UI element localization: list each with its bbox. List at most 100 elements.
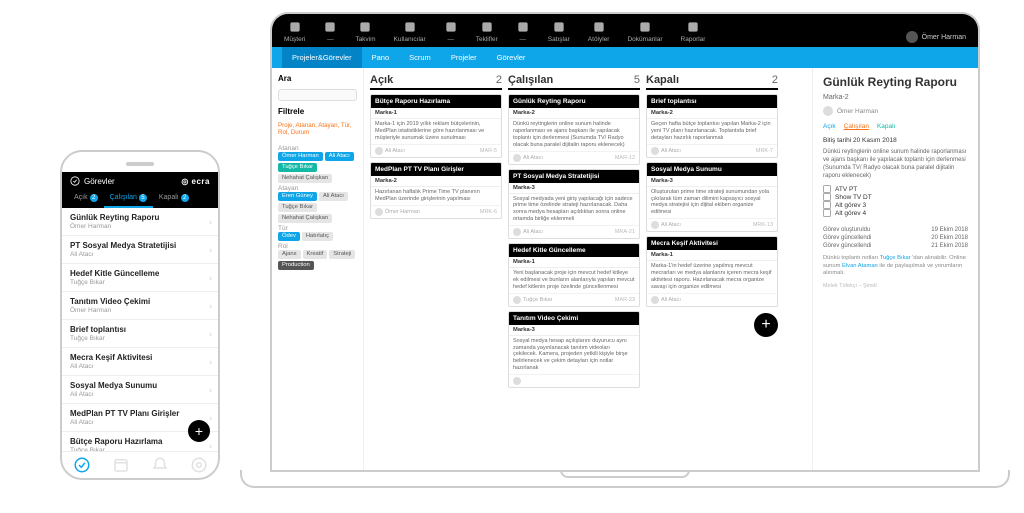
filter-chip[interactable]: Ali Atacı [325,152,354,161]
current-user[interactable]: Ömer Harman [906,31,966,43]
phone-task-item[interactable]: Tanıtım Video ÇekimiÖmer Harman› [62,292,218,320]
card-description: Dünkü reytinglerin online sunum halinde … [509,119,639,151]
filter-chip[interactable]: Ali Atacı [319,192,348,201]
card-description: Geçen hafta bütçe toplantısı yapılan Mar… [647,119,777,144]
kanban-card[interactable]: MedPlan PT TV Planı GirişlerMarka-2Hazır… [370,162,502,219]
filter-chip[interactable]: Production [278,261,314,270]
user-name: Ömer Harman [922,34,966,41]
chevron-right-icon: › [209,357,212,366]
topnav-item[interactable]: — [444,20,458,43]
phone-tab[interactable]: Çalışılan5 [104,190,153,208]
add-card-fab[interactable]: + [754,313,778,337]
card-title: Mecra Keşif Aktivitesi [647,237,777,250]
checkbox-icon [823,185,831,193]
subtask-checkbox[interactable]: Show TV DT [823,193,968,201]
link-user[interactable]: Elvan Ataman [842,263,878,269]
kanban-card[interactable]: Günlük Reyting RaporuMarka-2Dünkü reytin… [508,94,640,165]
phone-task-item[interactable]: PT Sosyal Medya StratetijisiAli Atacı› [62,236,218,264]
card-title: MedPlan PT TV Planı Girişler [371,163,501,176]
card-title: Sosyal Medya Sunumu [647,163,777,176]
filter-chip[interactable]: Nehahat Çalışkan [278,174,332,183]
filter-panel: Ara Filtrele Proje, Atanan, Atayan, Tür,… [272,68,364,470]
phone-tab[interactable]: Açık2 [68,190,104,208]
phone-speaker [126,162,154,166]
filter-chip[interactable]: Ajans [278,250,301,259]
detail-footnote: Dünkü toplantı notları Tuğçe Bıkar 'dan … [823,255,968,278]
topnav-item[interactable]: Dokümanlar [627,20,662,43]
subnav-tab[interactable]: Scrum [399,47,441,68]
phone-tab[interactable]: Kapalı2 [153,190,195,208]
filter-chip[interactable]: Ödev [278,232,300,241]
topnav-item[interactable]: Atölyler [588,20,610,43]
topnav-item[interactable]: — [323,20,337,43]
phone-task-item[interactable]: Hedef Kitle GüncellemeTuğçe Bıkar› [62,264,218,292]
filter-chip[interactable]: Hatırlatıç [302,232,333,241]
card-description: Marka-1'in hedef üzerine yapılmış mevcut… [647,261,777,293]
settings-icon[interactable] [190,456,208,474]
card-assignee [513,377,521,385]
topnav-item[interactable]: Kullanıcılar [394,20,426,43]
detail-owner: Ömer Harman [823,106,968,116]
card-code: MAR-12 [615,155,635,161]
subnav-tab[interactable]: Pano [362,47,400,68]
subtask-checkbox[interactable]: Alt görev 4 [823,209,968,217]
column-name: Açık [370,74,393,86]
add-task-fab[interactable]: + [188,420,210,442]
kanban-card[interactable]: Bütçe Raporu HazırlamaMarka-1Marka-1 içi… [370,94,502,158]
card-brand: Marka-3 [509,183,639,194]
subnav-tab[interactable]: Projeler [441,47,487,68]
filter-chip[interactable]: Nehahat Çalışkan [278,214,332,223]
detail-status[interactable]: Açık Çalışılan Kapalı [823,123,968,130]
card-description: Hazırlanan haftalık Prime Time TV planın… [371,187,501,205]
card-description: Marka-1 için 2019 yıllık reklam bütçeler… [371,119,501,144]
kanban-card[interactable]: Sosyal Medya SunumuMarka-3Oluşturulan pr… [646,162,778,233]
subnav-tab[interactable]: Projeler&Görevler [282,47,362,68]
kanban-card[interactable]: Brief toplantısıMarka-2Geçen hafta bütçe… [646,94,778,158]
filter-chip[interactable]: Eren Güney [278,192,317,201]
kanban-card[interactable]: Mecra Keşif AktivitesiMarka-1Marka-1'in … [646,236,778,307]
phone-task-item[interactable]: Mecra Keşif AktivitesiAli Atacı› [62,348,218,376]
subtask-checkbox[interactable]: ATV PT [823,185,968,193]
kanban-card[interactable]: Hedef Kitle GüncellemeMarka-1Yeni başlan… [508,243,640,307]
topnav-item[interactable]: Raporlar [681,20,706,43]
filter-chip[interactable]: Strateji [329,250,355,259]
subtask-checkbox[interactable]: Alt görev 3 [823,201,968,209]
topnav-item[interactable]: Müşteri [284,20,305,43]
phone-task-item[interactable]: Sosyal Medya SunumuAli Atacı› [62,376,218,404]
tasks-icon[interactable] [73,456,91,474]
detail-meta: Melek Tüfekçi – Şimdi [823,283,968,289]
card-assignee: Tuğçe Bıkar [513,296,552,304]
subnav-tab[interactable]: Görevler [487,47,536,68]
card-title: Bütçe Raporu Hazırlama [371,95,501,108]
sub-nav: Projeler&GörevlerPanoScrumProjelerGörevl… [272,47,978,68]
topnav-item[interactable]: Takvim [355,20,375,43]
card-brand: Marka-1 [647,250,777,261]
filter-chip[interactable]: Ömer Harman [278,152,323,161]
filter-chip[interactable]: Kreatif [303,250,328,259]
topnav-item[interactable]: Satışlar [548,20,570,43]
checkbox-icon [823,201,831,209]
topnav-item[interactable]: Teklifler [476,20,498,43]
filter-chip[interactable]: Tuğçe Bıkar [278,163,317,172]
card-description: Sosyal medya hesap açılışlarını duyurucu… [509,336,639,374]
link-user[interactable]: Tuğçe Bıkar [880,255,911,261]
card-code: MAR-23 [615,297,635,303]
notifications-icon[interactable] [151,456,169,474]
task-detail-panel: Günlük Reyting Raporu Marka-2 Ömer Harma… [812,68,978,470]
card-brand: Marka-1 [371,108,501,119]
topnav-item[interactable]: — [516,20,530,43]
phone-logo: ◎ ecra [181,177,210,186]
filter-chip[interactable]: Tuğçe Bıkar [278,203,317,212]
column-name: Çalışılan [508,74,553,86]
chevron-right-icon: › [209,273,212,282]
phone-tabs: Açık2Çalışılan5Kapalı2 [62,190,218,208]
detail-brand: Marka-2 [823,94,968,101]
phone-task-item[interactable]: Brief toplantısıTuğçe Bıkar› [62,320,218,348]
calendar-icon[interactable] [112,456,130,474]
kanban-card[interactable]: PT Sosyal Medya StratetijisiMarka-3Sosya… [508,169,640,240]
search-input[interactable] [278,89,357,101]
app-top-nav: Müşteri — Takvim Kullanıcılar — Teklifler — Sat… [272,14,978,47]
phone-bottom-nav [62,451,218,478]
kanban-card[interactable]: Tanıtım Video ÇekimiMarka-3Sosyal medya … [508,311,640,388]
phone-task-item[interactable]: Günlük Reyting RaporuÖmer Harman› [62,208,218,236]
